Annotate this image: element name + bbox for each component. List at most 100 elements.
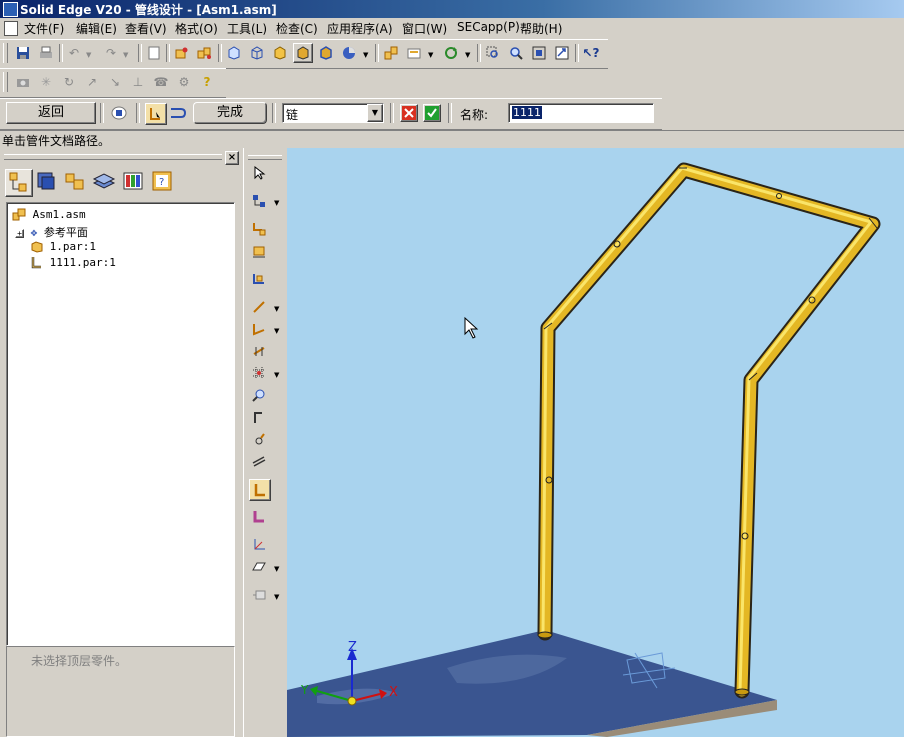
pane-grip xyxy=(4,154,222,160)
camera-view-icon[interactable] xyxy=(250,586,268,604)
close-icon[interactable]: × xyxy=(225,151,239,165)
arrow-ne-icon[interactable]: ↗ xyxy=(83,73,101,91)
trim-icon[interactable] xyxy=(250,408,268,426)
axis-z-label: Z xyxy=(348,640,357,655)
pipe-step-icon[interactable] xyxy=(168,103,188,123)
colors-tab-icon[interactable] xyxy=(121,169,147,195)
line-icon[interactable] xyxy=(250,298,268,316)
tree-item-reference-planes[interactable]: + ✥ 参考平面 xyxy=(15,224,88,240)
document-icon[interactable] xyxy=(4,21,18,36)
menu-tools[interactable]: 工具(L) xyxy=(227,20,267,37)
explode-icon[interactable] xyxy=(195,44,213,62)
arrow-se-icon[interactable]: ↘ xyxy=(106,73,124,91)
part-insert-icon[interactable] xyxy=(172,44,190,62)
redo-icon[interactable]: ↷ xyxy=(102,44,120,62)
cancel-button[interactable] xyxy=(400,104,418,122)
print-preview-icon[interactable] xyxy=(405,44,423,62)
line-dropdown-icon[interactable]: ▼ xyxy=(274,305,279,313)
rotate-dropdown-icon[interactable]: ▼ xyxy=(465,51,470,59)
menu-format[interactable]: 格式(O) xyxy=(175,20,218,37)
axes-icon[interactable] xyxy=(250,536,268,554)
whats-this-icon[interactable]: ↖? xyxy=(582,44,600,62)
mouse-cursor xyxy=(464,316,479,339)
corner-icon[interactable] xyxy=(250,320,268,338)
rotate-arc-icon[interactable] xyxy=(250,430,268,448)
tree-item-pipe[interactable]: 1111.par:1 xyxy=(31,256,116,270)
arc-icon[interactable]: ↻ xyxy=(60,73,78,91)
box-shaded-icon[interactable] xyxy=(271,44,289,62)
menu-bar: 文件(F) 编辑(E) 查看(V) 格式(O) 工具(L) 检查(C) 应用程序… xyxy=(0,18,904,38)
dim-icon[interactable] xyxy=(250,342,268,360)
step-list-icon[interactable] xyxy=(110,104,128,122)
route-gear-icon[interactable]: ⚙ xyxy=(175,73,193,91)
preview-dropdown-icon[interactable]: ▼ xyxy=(428,51,433,59)
back-button[interactable]: 返回 xyxy=(6,102,96,124)
select-arrow-icon[interactable] xyxy=(250,164,268,182)
fitting-icon[interactable] xyxy=(250,242,268,260)
expand-icon[interactable]: + xyxy=(15,229,24,238)
name-field[interactable]: 1111 xyxy=(508,103,654,123)
print-icon[interactable] xyxy=(37,44,55,62)
plane-icon[interactable] xyxy=(250,558,268,576)
finish-button[interactable]: 完成 xyxy=(193,102,267,124)
graphics-window[interactable]: Z Y X xyxy=(287,148,904,737)
sphere-icon[interactable] xyxy=(340,44,358,62)
menu-secapp[interactable]: SECapp(P) xyxy=(457,20,520,34)
undo-dropdown-icon[interactable]: ▼ xyxy=(86,51,91,59)
menu-file[interactable]: 文件(F) xyxy=(24,20,64,37)
path-step-icon[interactable] xyxy=(145,103,167,125)
edgebar-pane: × ? Asm1.asm + ✥ 参考平面 1.par:1 1111.par:1… xyxy=(0,148,241,737)
parts-tab-icon[interactable] xyxy=(63,169,89,195)
layers-tab-icon[interactable] xyxy=(34,169,60,195)
assembly-icon[interactable] xyxy=(382,44,400,62)
pipe-icon[interactable]: ☎ xyxy=(152,73,170,91)
joint-markers xyxy=(543,167,878,540)
box-view-icon[interactable] xyxy=(225,44,243,62)
shade-edges-icon[interactable] xyxy=(317,44,335,62)
box-wire-icon[interactable] xyxy=(248,44,266,62)
fit-icon[interactable] xyxy=(530,44,548,62)
tree-item-part-1[interactable]: 1.par:1 xyxy=(31,240,96,253)
redo-dropdown-icon[interactable]: ▼ xyxy=(123,51,128,59)
sheets-tab-icon[interactable] xyxy=(92,169,118,195)
blank-doc-icon[interactable] xyxy=(145,44,163,62)
pan-icon[interactable] xyxy=(553,44,571,62)
selection-type-select[interactable]: 链 ▼ xyxy=(282,103,384,123)
grid-icon[interactable] xyxy=(250,364,268,382)
plane-dropdown-icon[interactable]: ▼ xyxy=(274,565,279,573)
sun-icon[interactable]: ✳ xyxy=(37,73,55,91)
camera-icon[interactable] xyxy=(14,73,32,91)
magnify-icon[interactable] xyxy=(250,386,268,404)
pipe-path-icon[interactable] xyxy=(250,192,268,210)
properties-tab-icon[interactable]: ? xyxy=(150,169,176,195)
accept-button[interactable] xyxy=(423,104,441,122)
help-bulb-icon[interactable]: ? xyxy=(198,73,216,91)
assembly-pipe-icon[interactable] xyxy=(250,270,268,288)
anchor-icon[interactable]: ⊥ xyxy=(129,73,147,91)
grid-dropdown-icon[interactable]: ▼ xyxy=(274,371,279,379)
undo-icon[interactable]: ↶ xyxy=(65,44,83,62)
svg-text:?: ? xyxy=(159,177,164,188)
menu-inspect[interactable]: 检查(C) xyxy=(276,20,318,37)
save-icon[interactable] xyxy=(14,44,32,62)
menu-view[interactable]: 查看(V) xyxy=(125,20,167,37)
feature-tab-icon[interactable] xyxy=(5,169,33,197)
parallel-icon[interactable] xyxy=(250,452,268,470)
route-icon[interactable] xyxy=(250,220,268,238)
menu-help[interactable]: 帮助(H) xyxy=(520,20,562,37)
shade-icon[interactable] xyxy=(293,43,313,63)
menu-window[interactable]: 窗口(W) xyxy=(402,20,447,37)
menu-edit[interactable]: 编辑(E) xyxy=(76,20,117,37)
sphere-dropdown-icon[interactable]: ▼ xyxy=(363,51,368,59)
chevron-down-icon[interactable]: ▼ xyxy=(367,104,383,122)
tree-root[interactable]: Asm1.asm xyxy=(12,208,86,222)
corner-dropdown-icon[interactable]: ▼ xyxy=(274,327,279,335)
pipe-tool-icon[interactable] xyxy=(249,479,271,501)
zoom-area-icon[interactable] xyxy=(484,44,502,62)
elbow-icon[interactable] xyxy=(250,508,268,526)
view-dropdown-icon[interactable]: ▼ xyxy=(274,593,279,601)
rotate-icon[interactable] xyxy=(442,44,460,62)
zoom-icon[interactable] xyxy=(507,44,525,62)
menu-apps[interactable]: 应用程序(A) xyxy=(327,20,393,37)
path-dropdown-icon[interactable]: ▼ xyxy=(274,199,279,207)
